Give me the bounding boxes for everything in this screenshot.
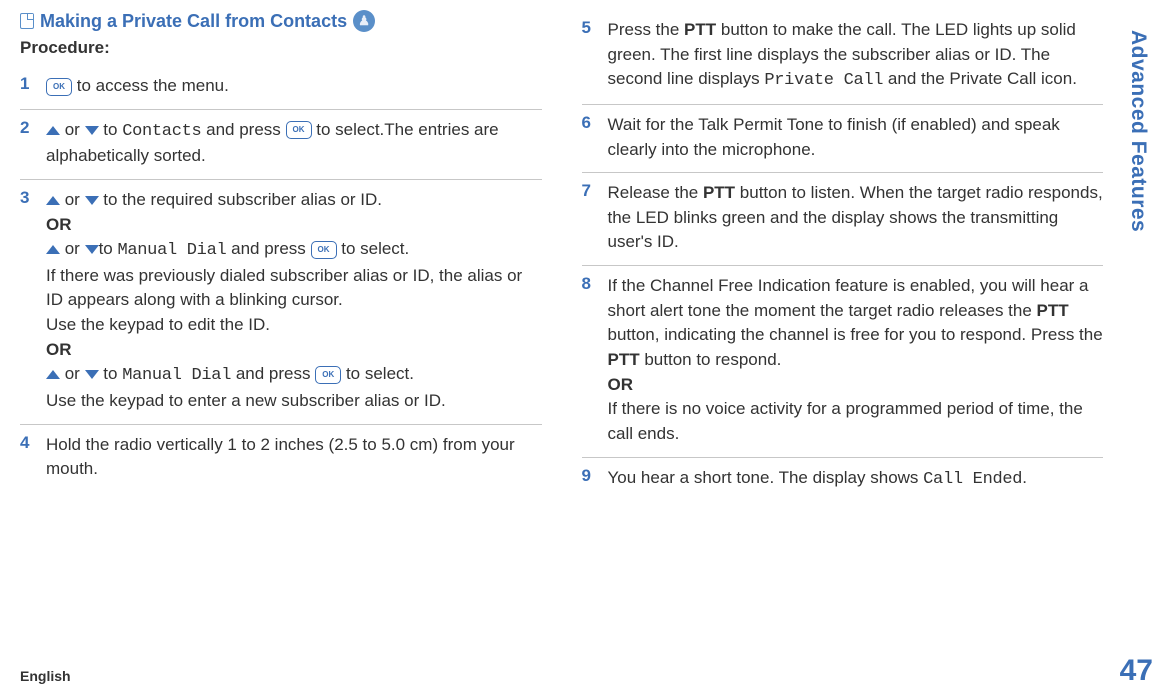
ptt-label: PTT <box>703 183 735 202</box>
arrow-down-icon <box>85 196 99 205</box>
display-text: Call Ended <box>923 470 1022 489</box>
step-number: 1 <box>20 74 36 99</box>
step-body: Hold the radio vertically 1 to 2 inches … <box>46 433 542 482</box>
display-text: Contacts <box>122 122 201 141</box>
private-call-icon: ♟ <box>353 10 375 32</box>
display-text: Manual Dial <box>122 366 231 385</box>
steps-right: 5Press the PTT button to make the call. … <box>582 10 1104 502</box>
arrow-up-icon <box>46 196 60 205</box>
procedure-step: 6Wait for the Talk Permit Tone to finish… <box>582 105 1104 173</box>
procedure-step: 3 or to the required subscriber alias or… <box>20 180 542 425</box>
procedure-step: 8If the Channel Free Indication feature … <box>582 266 1104 457</box>
display-text: Manual Dial <box>117 241 226 260</box>
display-text: Private Call <box>764 71 883 90</box>
ok-button-icon: OK <box>311 241 337 259</box>
ptt-label: PTT <box>608 350 640 369</box>
procedure-step: 2 or to Contacts and press OK to select.… <box>20 110 542 180</box>
step-number: 2 <box>20 118 36 169</box>
or-label: OR <box>46 215 72 234</box>
steps-left: 1 OK to access the menu. 2 or to Contacts … <box>20 66 542 492</box>
step-body: OK to access the menu. <box>46 74 542 99</box>
ptt-label: PTT <box>684 20 716 39</box>
step-body: or to Contacts and press OK to select.Th… <box>46 118 542 169</box>
arrow-down-icon <box>85 370 99 379</box>
ok-button-icon: OK <box>315 366 341 384</box>
step-number: 5 <box>582 18 598 94</box>
arrow-up-icon <box>46 245 60 254</box>
procedure-step: 5Press the PTT button to make the call. … <box>582 10 1104 105</box>
step-number: 6 <box>582 113 598 162</box>
heading-row: Making a Private Call from Contacts ♟ <box>20 10 542 32</box>
or-label: OR <box>46 340 72 359</box>
page-number: 47 <box>1120 654 1153 688</box>
page-heading: Making a Private Call from Contacts <box>40 11 347 32</box>
arrow-up-icon <box>46 370 60 379</box>
step-body: You hear a short tone. The display shows… <box>608 466 1104 493</box>
step-body: or to the required subscriber alias or I… <box>46 188 542 414</box>
step-number: 9 <box>582 466 598 493</box>
arrow-up-icon <box>46 126 60 135</box>
footer-language: English <box>20 668 71 684</box>
procedure-step: 1 OK to access the menu. <box>20 66 542 110</box>
step-number: 3 <box>20 188 36 414</box>
ok-button-icon: OK <box>46 78 72 96</box>
step-body: Press the PTT button to make the call. T… <box>608 18 1104 94</box>
step-number: 8 <box>582 274 598 446</box>
step-body: If the Channel Free Indication feature i… <box>608 274 1104 446</box>
or-label: OR <box>608 375 634 394</box>
procedure-step: 4Hold the radio vertically 1 to 2 inches… <box>20 425 542 492</box>
procedure-label: Procedure: <box>20 38 542 58</box>
step-number: 7 <box>582 181 598 255</box>
left-column: Making a Private Call from Contacts ♟ Pr… <box>20 10 542 502</box>
ok-button-icon: OK <box>286 121 312 139</box>
ptt-label: PTT <box>1037 301 1069 320</box>
right-column: 5Press the PTT button to make the call. … <box>582 10 1104 502</box>
procedure-step: 9 You hear a short tone. The display show… <box>582 458 1104 503</box>
step-body: Wait for the Talk Permit Tone to finish … <box>608 113 1104 162</box>
arrow-down-icon <box>85 126 99 135</box>
procedure-step: 7Release the PTT button to listen. When … <box>582 173 1104 266</box>
step-number: 4 <box>20 433 36 482</box>
side-tab: Advanced Features <box>1121 30 1155 668</box>
arrow-down-icon <box>85 245 99 254</box>
side-tab-label: Advanced Features <box>1126 30 1150 232</box>
step-body: Release the PTT button to listen. When t… <box>608 181 1104 255</box>
document-icon <box>20 13 34 29</box>
